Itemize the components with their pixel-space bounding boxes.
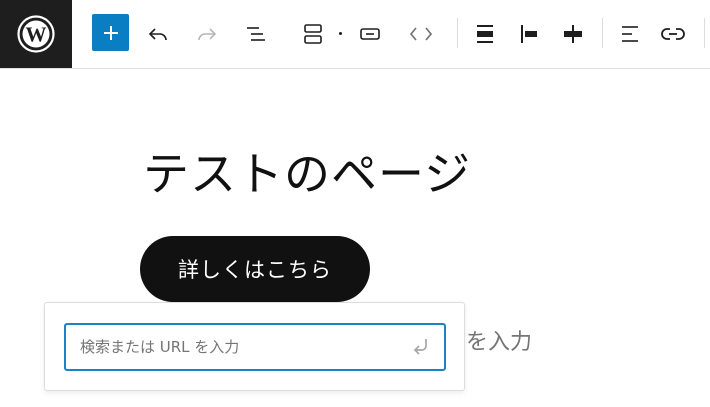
paragraph-placeholder[interactable]: を入力 — [466, 326, 532, 360]
toolbar-separator — [457, 18, 458, 48]
redo-button[interactable] — [189, 16, 225, 52]
block-parent-button[interactable] — [295, 16, 331, 52]
undo-icon — [148, 28, 167, 41]
toolbar-separator — [602, 18, 603, 48]
svg-text:W: W — [26, 23, 47, 47]
button-block-icon — [360, 28, 380, 40]
block-mover-dot — [339, 32, 342, 35]
cta-button-block[interactable]: 詳しくはこちら — [140, 236, 370, 302]
text-align-button[interactable] — [612, 16, 648, 52]
plus-icon — [103, 25, 118, 40]
toolbar-separator — [704, 18, 705, 48]
align-text-left-icon — [622, 26, 638, 42]
cta-button-label: 詳しくはこちら — [178, 258, 332, 282]
link-popover — [44, 302, 465, 391]
link-icon — [661, 28, 685, 40]
page-title[interactable]: テストのページ — [143, 142, 471, 206]
link-button[interactable] — [655, 16, 691, 52]
justification-button[interactable] — [467, 16, 503, 52]
url-search-field — [64, 323, 446, 371]
align-center-button[interactable] — [555, 16, 591, 52]
redo-icon — [198, 28, 217, 41]
align-center-icon — [564, 25, 582, 43]
enter-icon — [413, 339, 427, 355]
submit-link-button[interactable] — [406, 332, 436, 362]
buttons-block-icon — [304, 24, 322, 44]
align-left-bar-icon — [521, 25, 537, 43]
add-block-button[interactable] — [92, 14, 129, 51]
editor-toolbar: W — [0, 0, 710, 69]
wordpress-icon: W — [17, 15, 55, 53]
code-brackets-icon — [409, 27, 433, 41]
document-overview-button[interactable] — [238, 16, 274, 52]
wordpress-logo-button[interactable]: W — [0, 0, 72, 68]
list-view-icon — [247, 27, 265, 41]
justify-space-between-icon — [477, 25, 493, 43]
vertical-alignment-button[interactable] — [511, 16, 547, 52]
move-button[interactable] — [403, 16, 439, 52]
url-search-input[interactable] — [66, 325, 396, 369]
undo-button[interactable] — [140, 16, 176, 52]
block-type-button[interactable] — [352, 16, 388, 52]
